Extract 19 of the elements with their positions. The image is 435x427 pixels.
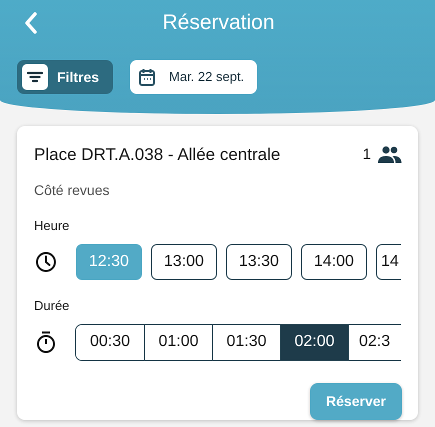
filter-icon [22, 64, 48, 90]
filters-button[interactable]: Filtres [17, 60, 114, 94]
duration-label: Durée [34, 298, 70, 312]
clock-icon [35, 250, 57, 272]
time-chip[interactable]: 14:00 [300, 244, 367, 280]
back-icon [24, 12, 38, 34]
time-chip[interactable]: 13:30 [226, 244, 292, 280]
duration-segment[interactable]: 02:00 [280, 324, 348, 360]
date-button[interactable]: Mar. 22 sept. [130, 60, 258, 94]
place-subtitle: Côté revues [34, 182, 110, 198]
place-title: Place DRT.A.038 - Allée centrale [34, 144, 280, 166]
capacity-count: 1 [362, 144, 371, 164]
time-chip[interactable]: 14 [376, 244, 401, 280]
page-title: Réservation [162, 10, 275, 36]
calendar-icon [139, 68, 156, 86]
people-icon [377, 146, 402, 164]
hour-label: Heure [34, 218, 70, 232]
stopwatch-icon [36, 330, 56, 354]
time-chip[interactable]: 13:00 [150, 244, 217, 280]
